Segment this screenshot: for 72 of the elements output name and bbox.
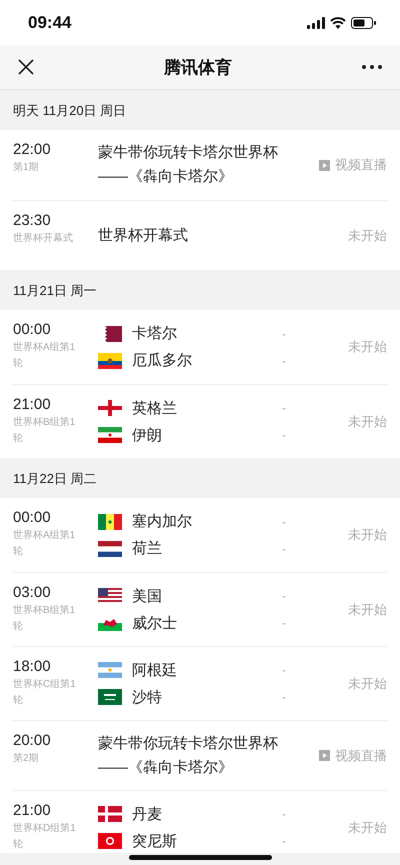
team-name: 沙特 — [132, 688, 163, 706]
team-name: 阿根廷 — [132, 660, 178, 680]
score-text: - — [282, 428, 286, 442]
program-title[interactable]: 蒙牛带你玩转卡塔尔世界杯——《犇向卡塔尔》 — [98, 732, 278, 780]
flag-icon — [98, 352, 122, 368]
flag-icon — [98, 806, 122, 822]
score-text: - — [282, 807, 286, 821]
flag-icon — [98, 540, 122, 556]
match-stage: 世界杯A组第1轮 — [13, 528, 76, 559]
match-stage: 世界杯B组第1轮 — [13, 416, 76, 446]
team-name: 英格兰 — [132, 398, 178, 418]
match-time: 03:00 — [13, 583, 52, 603]
team-name: 突尼斯 — [132, 832, 178, 850]
battery-icon — [351, 16, 376, 28]
event-title[interactable]: 世界杯开幕式 — [98, 224, 278, 248]
score-text: - — [282, 834, 286, 848]
flag-icon — [98, 833, 122, 849]
team-name: 美国 — [132, 586, 163, 606]
score-text: - — [282, 542, 286, 556]
score-text: - — [282, 663, 286, 677]
match-time: 22:00 — [13, 140, 52, 160]
status-text: 未开始 — [347, 412, 387, 430]
match-stage: 世界杯B组第1轮 — [13, 604, 76, 634]
flag-icon — [98, 514, 122, 530]
clock-time: 09:44 — [28, 12, 72, 32]
flag-icon — [98, 588, 122, 604]
team-name: 荷兰 — [132, 539, 163, 558]
team-name: 威尔士 — [132, 614, 178, 632]
match-time: 00:00 — [13, 320, 52, 340]
flag-icon — [98, 400, 122, 416]
match-time: 23:30 — [13, 211, 52, 231]
match-time: 00:00 — [13, 508, 52, 528]
close-icon — [18, 59, 34, 75]
signal-icon — [307, 16, 325, 28]
score-text: - — [282, 690, 286, 704]
score-text: - — [282, 401, 286, 415]
program-title[interactable]: 蒙牛带你玩转卡塔尔世界杯——《犇向卡塔尔》 — [98, 141, 278, 189]
flag-icon — [98, 662, 122, 678]
flag-icon — [98, 689, 122, 705]
score-text: - — [282, 326, 286, 340]
match-time: 20:00 — [13, 731, 52, 751]
status-text: 未开始 — [347, 226, 387, 244]
score-text: - — [282, 514, 286, 528]
more-icon — [362, 65, 382, 69]
status-text: 未开始 — [347, 338, 387, 356]
team-name: 丹麦 — [132, 804, 163, 824]
wifi-icon — [330, 16, 346, 28]
status-text: 未开始 — [347, 600, 387, 618]
team-name: 塞内加尔 — [132, 512, 193, 531]
match-time: 18:00 — [13, 657, 52, 677]
team-name: 卡塔尔 — [132, 324, 178, 343]
score-text: - — [282, 616, 286, 630]
match-time: 21:00 — [13, 395, 52, 415]
match-stage: 世界杯D组第1轮 — [13, 822, 77, 852]
team-name: 厄瓜多尔 — [132, 351, 193, 370]
play-icon — [319, 160, 330, 170]
status-text: 未开始 — [347, 526, 387, 544]
match-stage: 世界杯开幕式 — [13, 232, 74, 246]
status-text: 未开始 — [347, 818, 387, 836]
match-stage: 世界杯A组第1轮 — [13, 340, 76, 371]
match-stage: 第1期 — [13, 160, 40, 175]
match-stage: 第2期 — [13, 752, 40, 766]
page-title: 腾讯体育 — [164, 56, 232, 78]
score-text: - — [282, 589, 286, 603]
play-icon — [319, 750, 330, 761]
match-time: 21:00 — [13, 801, 52, 821]
flag-icon — [98, 326, 122, 342]
match-stage: 世界杯C组第1轮 — [13, 678, 77, 708]
team-name: 伊朗 — [132, 426, 163, 444]
flag-icon — [98, 427, 122, 443]
status-text: 未开始 — [347, 674, 387, 692]
score-text: - — [282, 354, 286, 368]
